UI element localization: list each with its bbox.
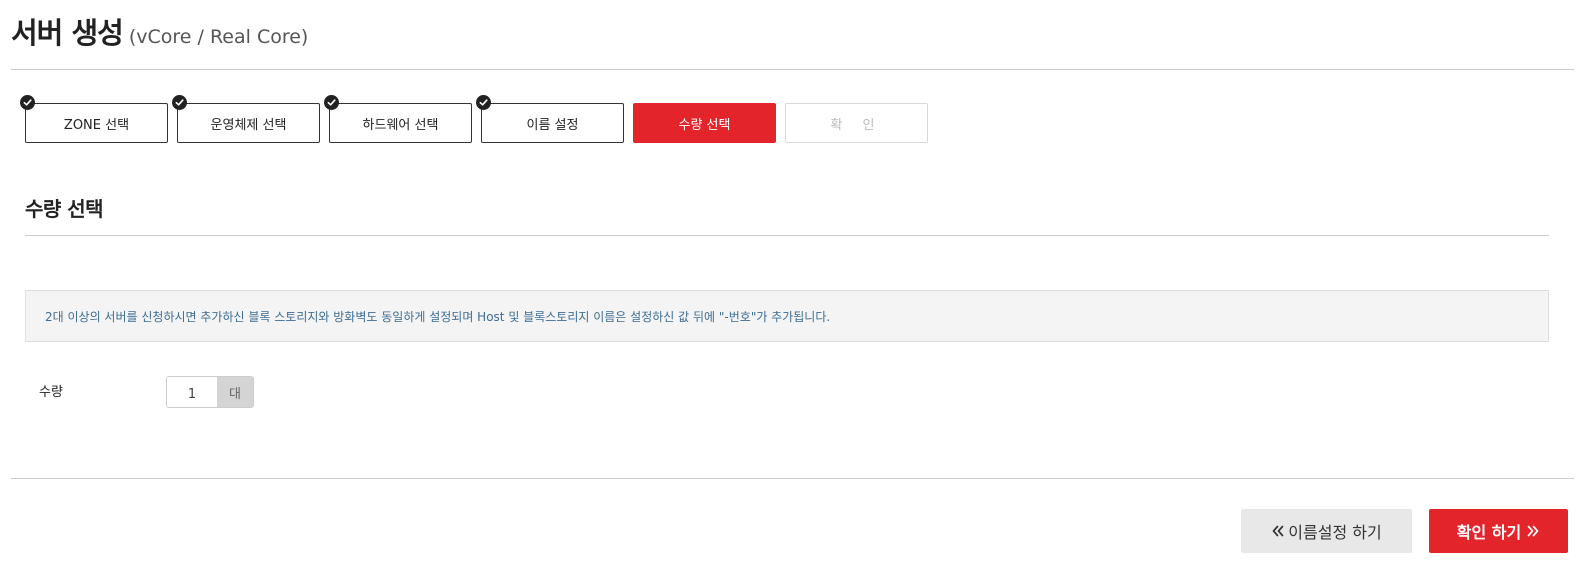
step-confirm: 확 인: [785, 103, 928, 143]
header-divider: [11, 69, 1574, 70]
step-label: 이름 설정: [526, 117, 579, 133]
check-icon: [324, 95, 339, 110]
step-label: 확 인: [830, 117, 883, 133]
quantity-field-group: 대: [166, 376, 254, 408]
section-title: 수량 선택: [25, 197, 104, 221]
prev-step-button[interactable]: 이름설정 하기: [1241, 509, 1412, 553]
step-hardware[interactable]: 하드웨어 선택: [324, 95, 472, 143]
page-title-text: 서버 생성: [11, 16, 124, 50]
check-icon: [20, 95, 35, 110]
info-notice: 2대 이상의 서버를 신청하시면 추가하신 블록 스토리지와 방화벽도 동일하게…: [25, 290, 1549, 342]
page-subtitle: (vCore / Real Core): [128, 26, 309, 48]
next-step-button[interactable]: 확인 하기: [1429, 509, 1568, 553]
prev-step-label: 이름설정 하기: [1288, 523, 1382, 542]
page-title: 서버 생성 (vCore / Real Core): [11, 10, 308, 52]
step-label: ZONE 선택: [63, 117, 130, 133]
step-os[interactable]: 운영체제 선택: [172, 95, 320, 143]
double-chevron-right-icon: [1526, 524, 1540, 538]
check-icon: [476, 95, 491, 110]
step-name[interactable]: 이름 설정: [476, 95, 624, 143]
section-divider: [25, 235, 1549, 236]
quantity-label: 수량: [39, 385, 63, 400]
step-label: 운영체제 선택: [210, 117, 287, 133]
footer-divider: [11, 478, 1574, 479]
double-chevron-left-icon: [1271, 524, 1285, 538]
step-label: 하드웨어 선택: [362, 117, 439, 133]
step-zone[interactable]: ZONE 선택: [20, 95, 168, 143]
step-label: 수량 선택: [678, 117, 731, 133]
next-step-label: 확인 하기: [1456, 523, 1522, 542]
quantity-unit: 대: [217, 377, 253, 407]
notice-text: 2대 이상의 서버를 신청하시면 추가하신 블록 스토리지와 방화벽도 동일하게…: [45, 309, 831, 324]
check-icon: [172, 95, 187, 110]
quantity-input[interactable]: [167, 377, 217, 407]
step-quantity[interactable]: 수량 선택: [633, 103, 776, 143]
page: 서버 생성 (vCore / Real Core) ZONE 선택 운영체제 선택…: [0, 0, 1596, 575]
